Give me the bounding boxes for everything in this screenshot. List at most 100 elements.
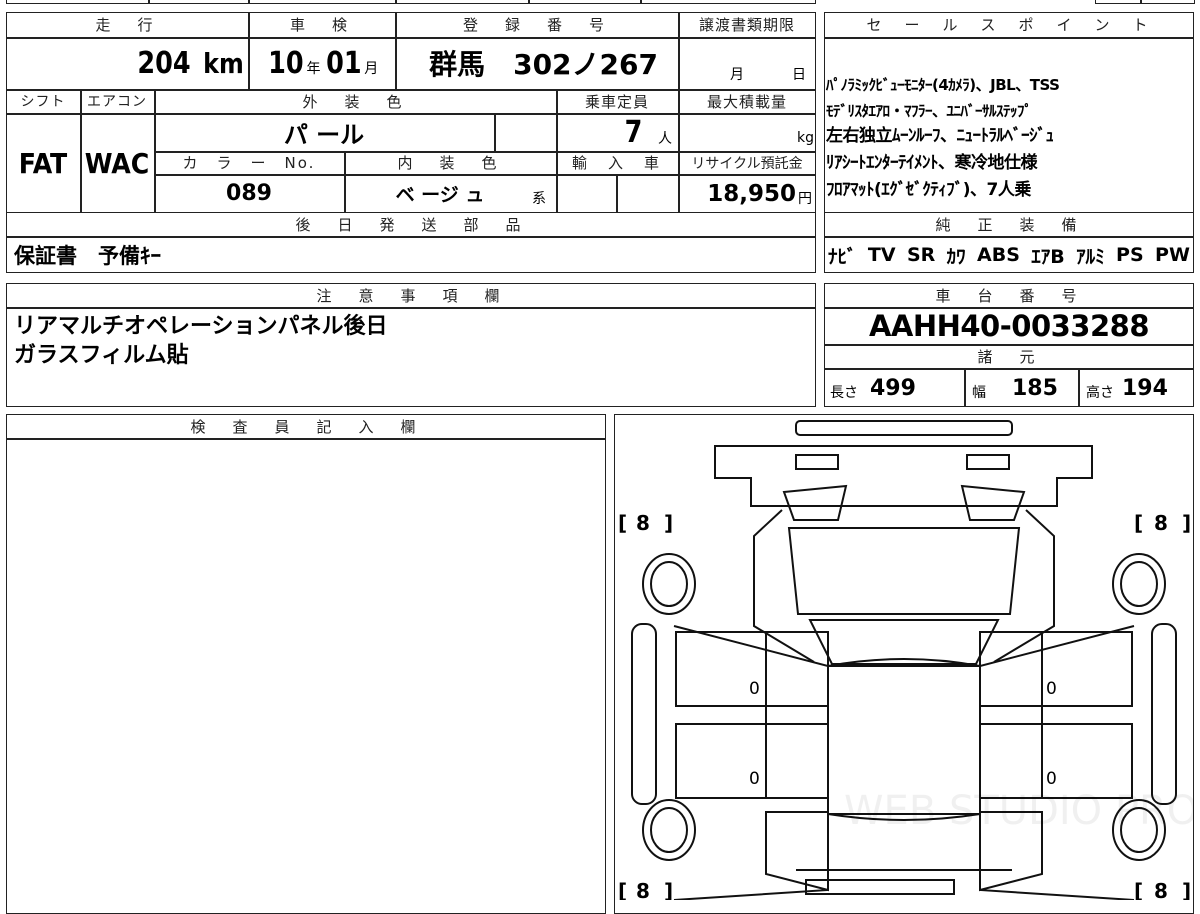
sales-point-line: 左右独立ﾑｰﾝﾙｰﾌ、ﾆｭｰﾄﾗﾙﾍﾞｰｼﾞｭ	[826, 126, 1054, 146]
door-mark-rear-right: 0	[1046, 679, 1057, 699]
left-body	[673, 625, 829, 900]
tire-tread-rear-left: 8	[636, 511, 650, 535]
roof-panel	[808, 619, 1000, 665]
later-parts-value: 保証書 予備ｷｰ	[14, 244, 161, 268]
capacity-header: 乗車定員	[584, 92, 649, 111]
sales-point-line: ﾊﾟﾉﾗﾐｯｸﾋﾞｭｰﾓﾆﾀｰ(4ｶﾒﾗ)、JBL、TSS	[826, 76, 1060, 94]
spec-height: 高さ 194	[1086, 369, 1194, 407]
notes-content: リアマルチオペレーションパネル後日 ガラスフィルム貼	[14, 312, 804, 370]
sales-point-line: ﾓﾃﾞﾘｽﾀｴｱﾛ・ﾏﾌﾗｰ、ﾕﾆﾊﾞｰｻﾙｽﾃｯﾌﾟ	[826, 102, 1032, 120]
tire-bracket-rear-left: [	[618, 511, 627, 535]
right-body	[979, 625, 1135, 900]
mileage-header: 走 行	[95, 16, 159, 34]
tire-tread-front-right: 8	[1154, 879, 1168, 900]
import-header: 輸 入 車	[571, 154, 662, 172]
door-mark-rear-left: 0	[749, 679, 760, 699]
sales-points-list: ﾊﾟﾉﾗﾐｯｸﾋﾞｭｰﾓﾆﾀｰ(4ｶﾒﾗ)、JBL、TSS ﾓﾃﾞﾘｽﾀｴｱﾛ・…	[826, 72, 1192, 204]
svg-text:]: ]	[1182, 879, 1191, 900]
rear-lamp-right	[960, 484, 1026, 521]
max-load-header: 最大積載量	[706, 92, 787, 111]
sales-point-line: ﾌﾛｱﾏｯﾄ(ｴｸﾞｾﾞｸﾃｨﾌﾞ)、7人乗	[826, 180, 1031, 200]
equipment-pw: PW	[1155, 244, 1190, 266]
equipment-sr: SR	[906, 244, 936, 266]
inspector-box	[6, 414, 606, 914]
rear-glass	[787, 527, 1021, 615]
mileage-number: 204	[136, 45, 191, 81]
svg-text:]: ]	[664, 879, 673, 900]
notes-header: 注 意 事 項 欄	[316, 286, 506, 305]
recycle-fee-unit: 円	[798, 190, 812, 207]
tire-tread-front-left: 8	[636, 879, 650, 900]
interior-color-value: ベ ージ ュ	[395, 184, 485, 206]
inspection-value: 10 年 01 月	[248, 37, 395, 89]
shift-header: シフト	[20, 94, 66, 110]
registration-value: 群馬 302ノ267	[429, 48, 658, 81]
notes-line: リアマルチオペレーションパネル後日	[14, 314, 388, 339]
exterior-color-value: パ ール	[283, 120, 365, 149]
sales-points-header: セ ー ル ス ポ イ ン ト	[866, 16, 1152, 34]
interior-color-suffix: 系	[532, 191, 546, 207]
inspection-header: 車 検	[289, 16, 353, 34]
top-cut-row	[6, 0, 816, 4]
recycle-fee-value: 18,950 円	[707, 180, 812, 207]
inspector-header: 検 査 員 記 入 欄	[190, 417, 422, 436]
transfer-deadline-header: 譲渡書類期限	[698, 16, 795, 34]
interior-color-header: 内 装 色	[397, 154, 503, 172]
sales-point-line: ﾘｱｼｰﾄｴﾝﾀｰﾃｲﾒﾝﾄ、寒冷地仕様	[826, 153, 1038, 173]
spec-width: 幅 185	[972, 369, 1078, 407]
inspection-month: 01	[325, 45, 362, 81]
capacity-number: 7	[624, 114, 643, 150]
mileage-value: 204 km	[6, 37, 248, 89]
svg-text:]: ]	[1182, 511, 1191, 535]
later-parts-header: 後 日 発 送 部 品	[295, 215, 527, 234]
exterior-color-header: 外 装 色	[302, 92, 408, 111]
aircon-value: WAC	[84, 146, 150, 180]
spec-length-label: 長さ	[830, 385, 858, 401]
door-mark-front-right: 0	[1046, 769, 1057, 789]
svg-text:[: [	[1134, 511, 1143, 535]
chassis-number: AAHH40-0033288	[868, 308, 1150, 343]
rear-bumper	[795, 420, 1013, 436]
svg-text:]: ]	[664, 511, 673, 535]
door-mark-front-left: 0	[749, 769, 760, 789]
inspection-year: 10	[267, 45, 304, 81]
inspection-month-unit: 月	[364, 61, 379, 77]
max-load-unit: kg	[797, 130, 814, 146]
spec-length-value: 499	[870, 375, 916, 401]
svg-text:[: [	[618, 879, 627, 900]
genuine-equipment-list: ﾅﾋﾞ TV SR ｶﾜ ABS ｴｱB ｱﾙﾐ PS PW	[828, 237, 1190, 273]
rear-lamp-left	[782, 484, 848, 521]
color-no-header: カ ラ ー No.	[182, 154, 316, 172]
svg-text:[: [	[1134, 879, 1143, 900]
inspection-year-unit: 年	[306, 61, 321, 77]
specs-header: 諸 元	[977, 347, 1041, 366]
shift-value: FAT	[18, 146, 68, 180]
equipment-abs: ABS	[977, 244, 1020, 266]
equipment-alloy: ｱﾙﾐ	[1076, 245, 1105, 268]
car-diagram: [ 8 ] [ 8 ] [ 8 ] [ 8 ] 0 0 0 0 WEB STUD…	[618, 420, 1194, 900]
deadline-month-unit: 月	[730, 67, 744, 83]
mileage-unit: km	[203, 46, 244, 80]
color-no-value: 089	[226, 181, 272, 206]
spec-length: 長さ 499	[830, 369, 964, 407]
registration-header: 登 録 番 号	[462, 16, 610, 34]
spec-width-value: 185	[1012, 375, 1058, 401]
equipment-leather: ｶﾜ	[946, 245, 966, 268]
equipment-ps: PS	[1116, 244, 1144, 266]
spec-height-value: 194	[1122, 375, 1168, 401]
equipment-navi: ﾅﾋﾞ	[828, 245, 857, 268]
chassis-header: 車 台 番 号	[935, 286, 1083, 305]
spec-width-label: 幅	[972, 385, 986, 401]
spec-height-label: 高さ	[1086, 385, 1114, 401]
genuine-equipment-header: 純 正 装 備	[935, 215, 1083, 234]
recycle-fee-header: リサイクル預託金	[691, 155, 803, 172]
notes-line: ガラスフィルム貼	[14, 343, 189, 368]
rear-body-section	[714, 445, 1093, 507]
capacity-value: 7 人	[556, 113, 678, 151]
watermark: WEB STUDIO PRO	[844, 788, 1194, 834]
equipment-tv: TV	[867, 244, 896, 266]
capacity-unit: 人	[658, 131, 672, 147]
deadline-day-unit: 日	[792, 67, 806, 83]
equipment-airbag: ｴｱB	[1031, 245, 1065, 268]
tire-tread-rear-right: 8	[1154, 511, 1168, 535]
